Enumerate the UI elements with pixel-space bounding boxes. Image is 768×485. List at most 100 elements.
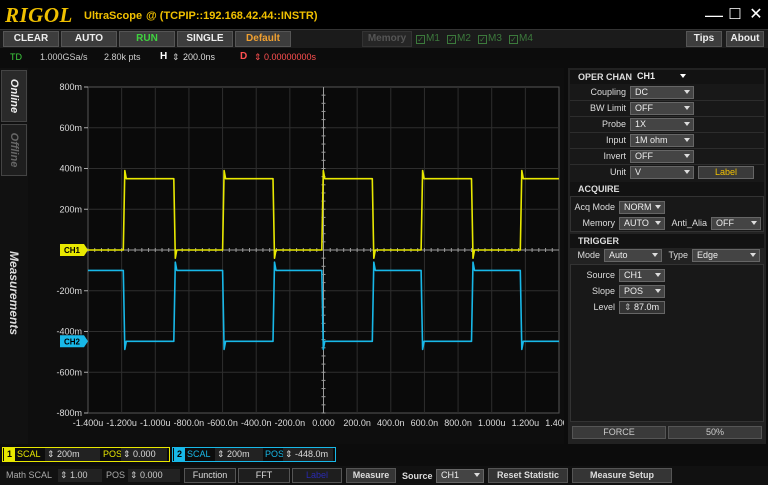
minimize-button[interactable]: — [703, 3, 725, 27]
y-tick-label: -800m [56, 408, 82, 418]
chevron-down-icon [684, 170, 690, 174]
probe-select[interactable]: 1X [630, 118, 694, 131]
delay-label: D [240, 51, 248, 62]
ch1-pos-spinner[interactable]: ⇕ 0.000 [121, 448, 167, 461]
trigger-slope-label: Slope [591, 286, 615, 296]
auto-button[interactable]: AUTO [61, 31, 117, 47]
x-tick-label: 400.0n [377, 418, 405, 428]
updown-icon: ⇕ [624, 302, 635, 312]
trigger-type-select[interactable]: Edge [692, 249, 760, 262]
chevron-down-icon [655, 273, 661, 277]
chevron-down-icon [684, 154, 690, 158]
x-tick-label: 0.000 [312, 418, 335, 428]
time-domain-indicator: TD [10, 52, 22, 62]
x-tick-label: -600.0n [207, 418, 238, 428]
updown-icon: ⇕ [217, 449, 228, 459]
row-divider [570, 148, 764, 149]
x-tick-label: 200.0n [343, 418, 371, 428]
toolbar: CLEAR AUTO RUN SINGLE Default Memory ✓ M1… [0, 30, 768, 48]
memory-depth-select[interactable]: AUTO [619, 217, 665, 230]
m1-checkbox[interactable]: ✓ M1 [416, 33, 440, 45]
math-label-button[interactable]: Label [292, 468, 342, 483]
acquire-header: ACQUIRE [570, 182, 764, 196]
measure-setup-button[interactable]: Measure Setup [572, 468, 672, 483]
updown-icon: ⇕ [47, 449, 58, 459]
trigger-level-label: Level [593, 302, 615, 312]
invert-select[interactable]: OFF [630, 150, 694, 163]
ch2-scale-spinner[interactable]: ⇕ 200m [215, 448, 263, 461]
trigger-slope-select[interactable]: POS [619, 285, 665, 298]
trigger-50-percent-button[interactable]: 50% [668, 426, 762, 439]
acq-mode-label: Acq Mode [574, 202, 615, 212]
m3-checkbox[interactable]: ✓ M3 [478, 33, 502, 45]
acq-mode-select[interactable]: NORM [619, 201, 665, 214]
measure-source-select[interactable]: CH1 [436, 469, 484, 483]
single-button[interactable]: SINGLE [177, 31, 233, 47]
trigger-source-select[interactable]: CH1 [619, 269, 665, 282]
x-tick-label: -200.0n [275, 418, 306, 428]
ch2-marker-label: CH2 [64, 337, 81, 346]
x-tick-label: 600.0n [411, 418, 439, 428]
about-button[interactable]: About [726, 31, 764, 47]
updown-icon: ⇕ [123, 449, 134, 459]
coupling-select[interactable]: DC [630, 86, 694, 99]
product-name: UltraScope [84, 10, 143, 22]
close-button[interactable]: ✕ [745, 3, 767, 27]
input-label: Input [605, 135, 626, 145]
chevron-down-icon [655, 289, 661, 293]
tips-button[interactable]: Tips [686, 31, 722, 47]
math-measure-bar: Math SCAL ⇕ 1.00 POS ⇕ 0.000 Function FF… [0, 466, 768, 485]
m4-checkbox[interactable]: ✓ M4 [509, 33, 533, 45]
run-button[interactable]: RUN [119, 31, 175, 47]
x-tick-label: -400.0n [241, 418, 272, 428]
trigger-mode-select[interactable]: Auto [604, 249, 662, 262]
oper-chan-select[interactable]: CH1 [632, 70, 690, 83]
ch1-number: 1 [4, 448, 15, 461]
math-scale-spinner[interactable]: ⇕ 1.00 [58, 469, 102, 482]
check-icon: ✓ [509, 35, 518, 44]
ch1-marker-label: CH1 [64, 246, 81, 255]
math-pos-spinner[interactable]: ⇕ 0.000 [128, 469, 180, 482]
ch1-scale-spinner[interactable]: ⇕ 200m [45, 448, 100, 461]
force-trigger-button[interactable]: FORCE [572, 426, 666, 439]
ch1-pos-label: POS [103, 449, 123, 459]
settings-panel: OPER CHAN CH1 Coupling DC BW Limit OFF P… [568, 68, 766, 444]
maximize-button[interactable]: ☐ [724, 3, 746, 27]
channel-status-bar: 1 SCAL ⇕ 200m POS ⇕ 0.000 2 SCAL ⇕ 200m … [0, 446, 768, 464]
rigol-logo: RIGOL [5, 3, 73, 27]
tab-online[interactable]: Online [1, 70, 27, 122]
m2-checkbox[interactable]: ✓ M2 [447, 33, 471, 45]
label-button[interactable]: Label [698, 166, 754, 179]
anti-alias-select[interactable]: OFF [711, 217, 761, 230]
waveform-chart[interactable]: -1.400u -1.200u -1.000u -800.0n -600.0n -400.… [28, 68, 564, 444]
default-button[interactable]: Default [235, 31, 291, 47]
delay-value[interactable]: 0.00000000s [264, 52, 316, 63]
chevron-down-icon [655, 221, 661, 225]
invert-label: Invert [603, 151, 626, 161]
fft-button[interactable]: FFT [238, 468, 290, 483]
horizontal-scale[interactable]: 200.0ns [183, 52, 215, 63]
status-row: TD 1.000GSa/s 2.80k pts H ⇕ 200.0ns D ⇕ … [0, 48, 768, 66]
acquire-settings: Acq Mode NORM Memory AUTO Anti_Alia OFF [570, 196, 764, 232]
trigger-level-spinner[interactable]: ⇕ 87.0m [619, 301, 665, 314]
unit-label: Unit [609, 167, 626, 177]
memory-button[interactable]: Memory [362, 31, 412, 47]
bw-limit-label: BW Limit [590, 103, 626, 113]
measurements-panel-label[interactable]: Measurements [1, 218, 27, 368]
x-tick-label: -800.0n [174, 418, 205, 428]
input-impedance-select[interactable]: 1M ohm [630, 134, 694, 147]
ch1-status[interactable]: 1 SCAL ⇕ 200m POS ⇕ 0.000 [2, 447, 170, 462]
tab-offline[interactable]: Offline [1, 124, 27, 176]
clear-button[interactable]: CLEAR [3, 31, 59, 47]
measure-source-label: Source [402, 471, 433, 481]
ch2-status[interactable]: 2 SCAL ⇕ 200m POS ⇕ -448.0m [172, 447, 336, 462]
sample-rate: 1.000GSa/s [40, 52, 88, 62]
bw-limit-select[interactable]: OFF [630, 102, 694, 115]
measure-button[interactable]: Measure [346, 468, 396, 483]
reset-statistic-button[interactable]: Reset Statistic [488, 468, 568, 483]
function-button[interactable]: Function [184, 468, 236, 483]
unit-select[interactable]: V [630, 166, 694, 179]
ch2-pos-spinner[interactable]: ⇕ -448.0m [283, 448, 333, 461]
trigger-header: TRIGGER [570, 234, 764, 248]
waveform-display[interactable]: -1.400u -1.200u -1.000u -800.0n -600.0n -400.… [28, 68, 564, 444]
